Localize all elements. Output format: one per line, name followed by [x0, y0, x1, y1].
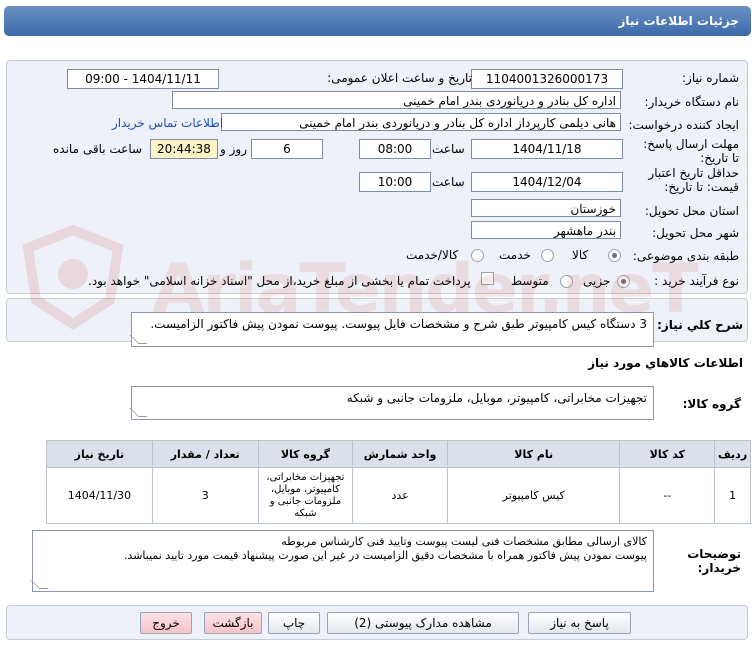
need-number-label: شماره نیاز: [682, 71, 739, 85]
buyer-notes-line-1: کالای ارسالی مطابق مشخصات فنی لیست پیوست… [281, 535, 647, 548]
province-field[interactable]: خوزستان [471, 199, 621, 217]
cell-need-date: 1404/11/30 [46, 467, 153, 524]
view-documents-button[interactable]: مشاهده مدارک پیوستی (2) [327, 612, 519, 634]
remaining-label: ساعت باقی مانده [53, 142, 143, 156]
province-label: استان محل تحویل: [644, 204, 739, 218]
watermark-shield-icon [22, 224, 124, 330]
col-header-group: گروه کالا [257, 440, 354, 468]
deadline-label: مهلت ارسال پاسخ: تا تاریخ: [643, 137, 739, 165]
buyer-notes-textarea[interactable]: کالای ارسالی مطابق مشخصات فنی لیست پیوست… [30, 530, 654, 592]
table-header-row: ردیف کد کالا نام کالا واحد شمارش گروه کا… [46, 440, 751, 468]
creator-field[interactable]: هانی دیلمی کارپرداز اداره کل بنادر و دری… [221, 113, 621, 131]
need-number-field[interactable]: 1104001326000173 [471, 69, 623, 89]
page-header: جزئیات اطلاعات نیاز [4, 6, 751, 36]
deadline-time-label: ساعت [432, 142, 465, 156]
table-row[interactable]: 1 -- کیس کامپیوتر عدد تجهیزات مخابراتی، … [46, 467, 751, 524]
page-title: جزئیات اطلاعات نیاز [618, 14, 739, 28]
col-header-unit: واحد شمارش [352, 440, 448, 468]
col-header-need-date: تاریخ نیاز [46, 440, 153, 468]
remaining-time-field: 20:44:38 [150, 139, 218, 159]
buyer-notes-line-2: پیوست نمودن پیش فاکتور همراه با مشخصات د… [123, 549, 647, 562]
validity-time-field[interactable]: 10:00 [359, 172, 431, 192]
resize-handle[interactable] [30, 580, 49, 589]
resize-handle[interactable] [129, 335, 148, 344]
goods-section-title: اطلاعات کالاهاي مورد نياز [588, 356, 743, 370]
announce-field[interactable]: 1404/11/11 - 09:00 [67, 69, 219, 89]
goods-group-textarea[interactable]: تجهیزات مخابراتی، کامپیوتر، موبایل، ملزو… [129, 386, 654, 420]
validity-label: حداقل تاریخ اعتبار قیمت: تا تاریخ: [648, 166, 739, 194]
cell-quantity: 3 [151, 467, 259, 524]
items-table: ردیف کد کالا نام کالا واحد شمارش گروه کا… [46, 440, 751, 524]
exit-button[interactable]: خروج [140, 612, 192, 634]
cell-code: -- [619, 467, 716, 524]
buyer-notes-label: توضیحات خریدار: [687, 547, 741, 575]
cell-name: کیس کامپیوتر [446, 467, 621, 524]
goods-group-text: تجهیزات مخابراتی، کامپیوتر، موبایل، ملزو… [346, 391, 647, 405]
col-header-quantity: تعداد / مقدار [151, 440, 259, 468]
days-label: روز و [220, 142, 247, 156]
announce-label: تاریخ و ساعت اعلان عمومی: [327, 71, 472, 85]
buyer-org-field[interactable]: اداره کل بنادر و دریانوردی بندر امام خمی… [172, 91, 621, 109]
cell-unit: عدد [352, 467, 448, 524]
col-header-code: کد کالا [619, 440, 716, 468]
print-button[interactable]: چاپ [268, 612, 320, 634]
creator-label: ایجاد کننده درخواست: [628, 118, 739, 132]
goods-group-label: گروه کالا: [682, 397, 741, 411]
cell-row-number: 1 [714, 467, 751, 524]
col-header-name: نام کالا [446, 440, 621, 468]
watermark-logo [18, 222, 128, 332]
reply-button[interactable]: پاسخ به نیاز [528, 612, 631, 634]
validity-date-field[interactable]: 1404/12/04 [471, 172, 623, 192]
deadline-date-field[interactable]: 1404/11/18 [471, 139, 623, 159]
days-field[interactable]: 6 [251, 139, 323, 159]
city-label: شهر محل تحویل: [652, 226, 739, 240]
cell-group: تجهیزات مخابراتی، کامپیوتر، موبایل، ملزو… [257, 467, 354, 524]
city-field[interactable]: بندر ماهشهر [471, 221, 621, 239]
resize-handle[interactable] [129, 408, 148, 417]
col-header-row-number: ردیف [714, 440, 751, 468]
validity-time-label: ساعت [432, 175, 465, 189]
watermark-text: AriaTender.neT [152, 250, 699, 329]
buyer-contact-link[interactable]: اطلاعات تماس خریدار [112, 116, 223, 130]
back-button[interactable]: بازگشت [204, 612, 262, 634]
deadline-time-field[interactable]: 08:00 [359, 139, 431, 159]
buyer-org-label: نام دستگاه خریدار: [644, 95, 740, 109]
